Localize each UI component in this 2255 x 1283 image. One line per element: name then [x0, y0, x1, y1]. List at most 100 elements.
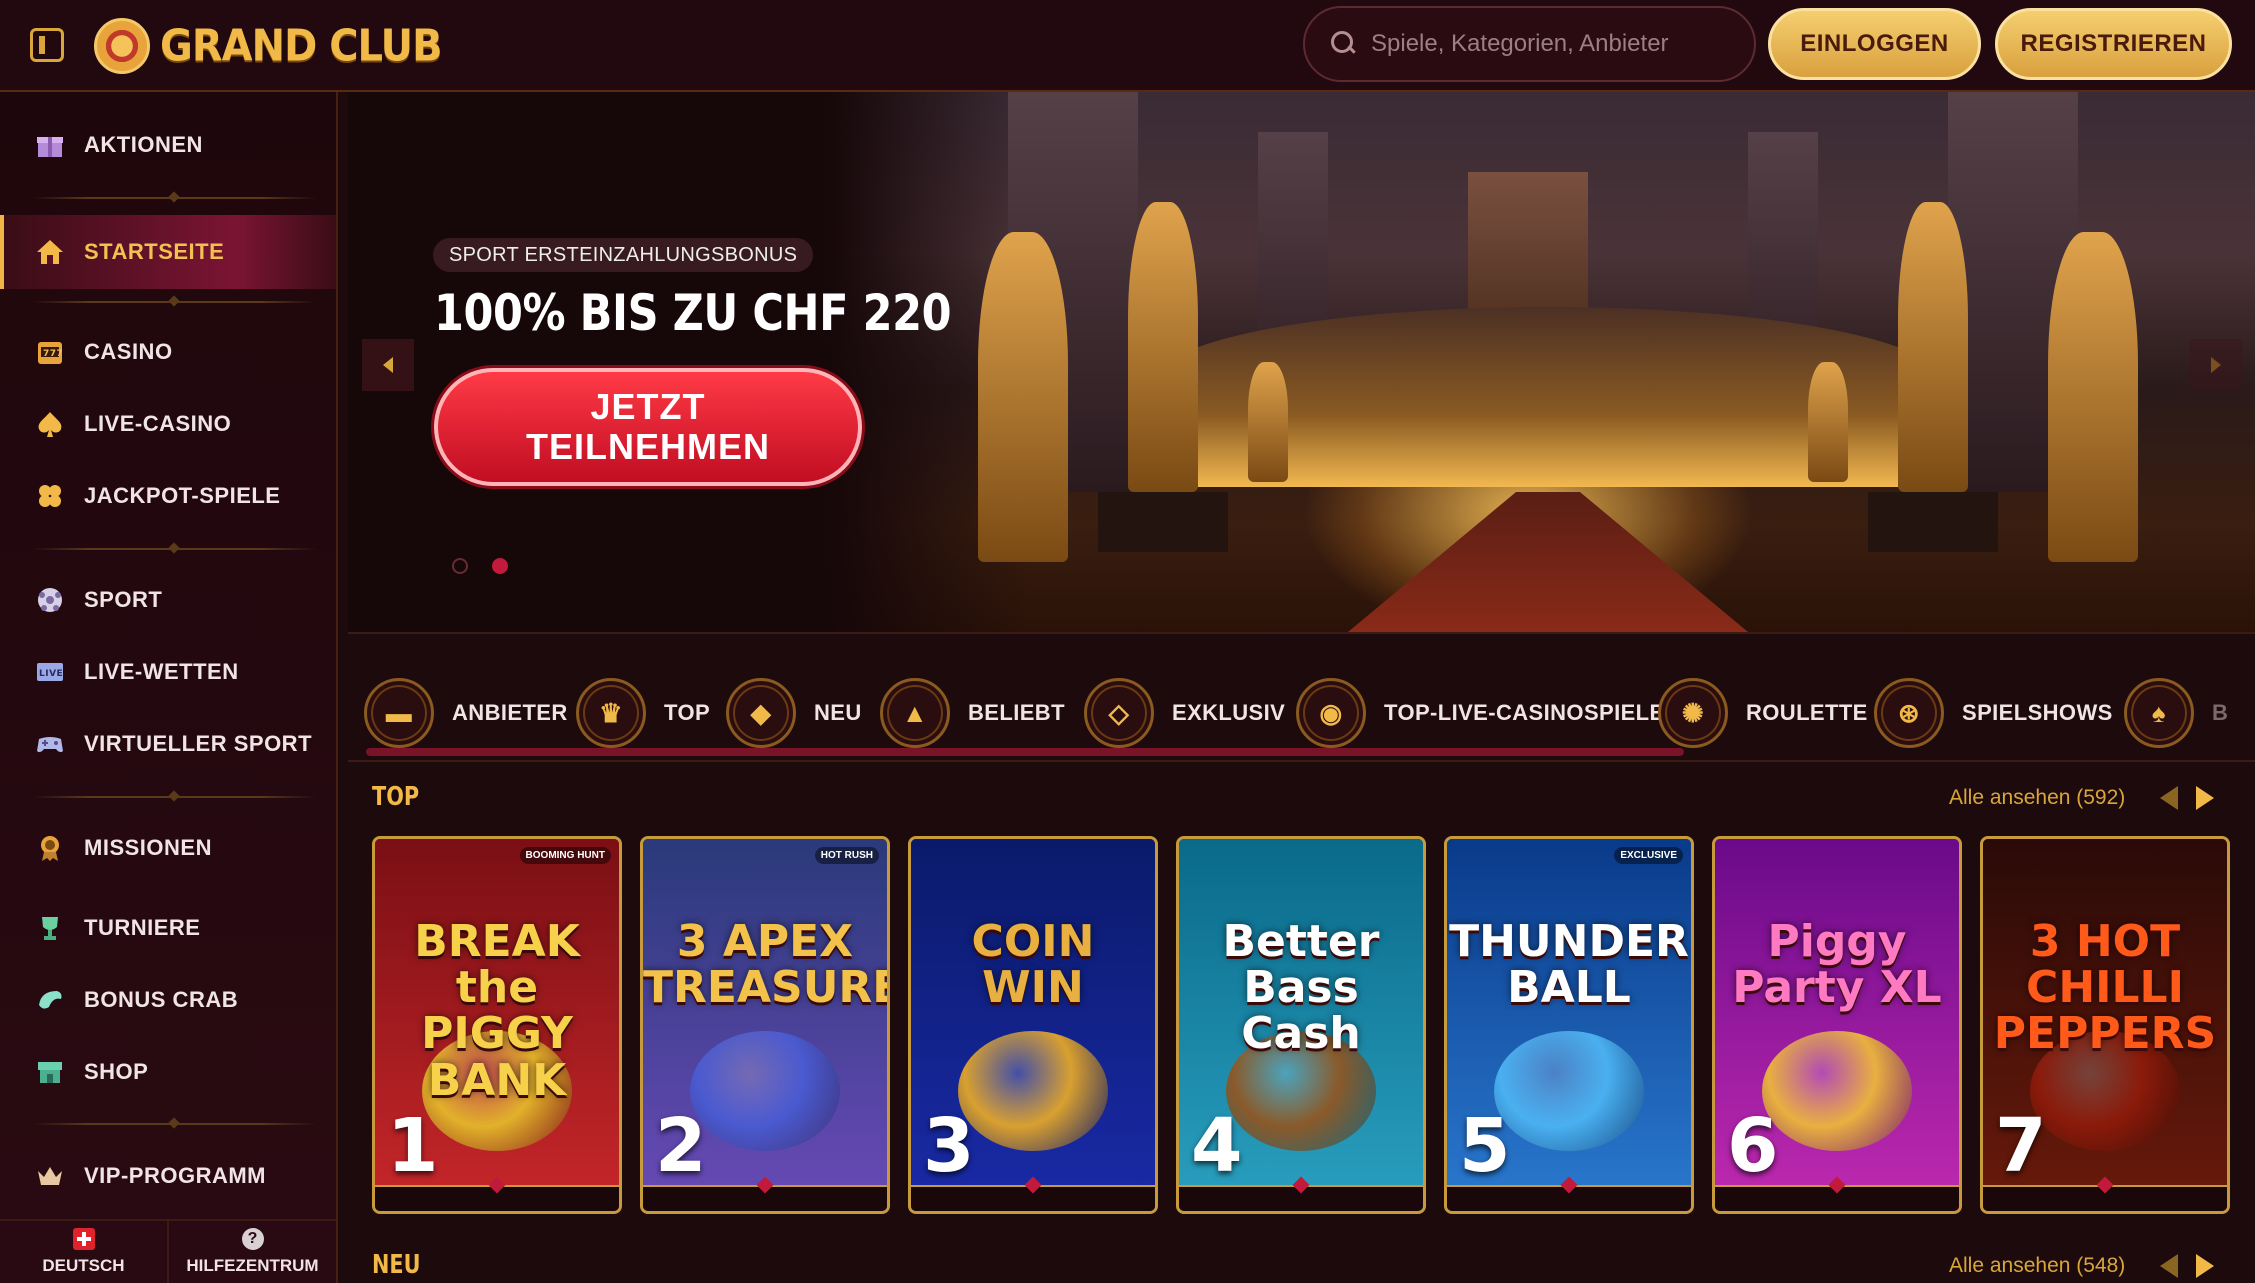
- game-badge: BOOMING HUNT: [519, 847, 611, 864]
- carousel-prev-icon[interactable]: [2160, 1254, 2178, 1278]
- help-center-button[interactable]: ? HILFEZENTRUM: [167, 1221, 336, 1283]
- top-carousel-controls: [2160, 786, 2214, 810]
- diamond-icon: ◇: [1084, 678, 1154, 748]
- search-bar[interactable]: [1303, 6, 1756, 82]
- category-more[interactable]: ♠ B: [2124, 678, 2228, 748]
- join-now-button[interactable]: JETZT TEILNEHMEN: [434, 368, 862, 486]
- sidebar: AKTIONEN STARTSEITE 777 CASINO LIVE-CASI…: [0, 92, 338, 1283]
- carousel-next-icon[interactable]: [2196, 786, 2214, 810]
- hero-next-button[interactable]: [2190, 339, 2242, 391]
- sidebar-item-jackpot-spiele[interactable]: JACKPOT-SPIELE: [0, 467, 336, 525]
- game-art-blob: [690, 1031, 840, 1151]
- tag-icon: ◆: [726, 678, 796, 748]
- category-top-live-casinospiele[interactable]: ◉ TOP-LIVE-CASINOSPIELE: [1296, 678, 1665, 748]
- soccer-ball-icon: [34, 584, 66, 616]
- game-rank: 6: [1727, 1103, 1779, 1189]
- search-input[interactable]: [1371, 30, 1751, 58]
- sidebar-item-virtueller-sport[interactable]: VIRTUELLER SPORT: [0, 715, 336, 773]
- game-card[interactable]: 3 HOT CHILLI PEPPERS 7: [1980, 836, 2230, 1214]
- category-label: NEU: [814, 700, 862, 725]
- sidebar-item-aktionen[interactable]: AKTIONEN: [0, 116, 336, 174]
- category-label: BELIEBT: [968, 700, 1065, 725]
- game-art-blob: [1762, 1031, 1912, 1151]
- game-title: 3 HOT CHILLI PEPPERS: [1993, 916, 2217, 1060]
- game-card-footer: [375, 1185, 619, 1211]
- category-top[interactable]: ♛ TOP: [576, 678, 710, 748]
- sidebar-item-startseite[interactable]: STARTSEITE: [0, 215, 336, 289]
- sidebar-item-missionen[interactable]: MISSIONEN: [0, 819, 336, 877]
- language-label: DEUTSCH: [42, 1256, 125, 1275]
- game-title: Better Bass Cash: [1222, 916, 1380, 1060]
- game-title: THUNDER BALL: [1449, 916, 1689, 1014]
- carousel-next-icon[interactable]: [2196, 1254, 2214, 1278]
- category-anbieter[interactable]: ▬ ANBIETER: [364, 678, 568, 748]
- carousel-prev-icon[interactable]: [2160, 786, 2178, 810]
- hero-banner[interactable]: SPORT ERSTEINZAHLUNGSBONUS 100% BIS ZU C…: [348, 92, 2255, 632]
- category-neu[interactable]: ◆ NEU: [726, 678, 862, 748]
- sidebar-item-label: LIVE-CASINO: [84, 411, 232, 436]
- game-title: Piggy Party XL: [1732, 916, 1942, 1014]
- sidebar-divider: [32, 301, 317, 303]
- game-card[interactable]: BOOMING HUNT BREAK the PIGGY BANK 1: [372, 836, 622, 1214]
- sidebar-item-turniere[interactable]: TURNIERE: [0, 899, 336, 957]
- sidebar-item-bonus-crab[interactable]: BONUS CRAB: [0, 971, 336, 1029]
- sidebar-item-shop[interactable]: SHOP: [0, 1043, 336, 1101]
- section-title-top: TOP: [372, 782, 420, 812]
- gift-icon: [34, 129, 66, 161]
- game-rank: 4: [1191, 1103, 1243, 1189]
- shop-icon: [34, 1056, 66, 1088]
- neu-carousel-controls: [2160, 1254, 2214, 1278]
- category-label: TOP: [664, 700, 711, 725]
- svg-text:777: 777: [43, 349, 63, 359]
- category-roulette[interactable]: ✺ ROULETTE: [1658, 678, 1868, 748]
- slide-dot-1[interactable]: [452, 558, 468, 574]
- sidebar-item-live-casino[interactable]: LIVE-CASINO: [0, 395, 336, 453]
- game-card-footer: [1983, 1185, 2227, 1211]
- category-beliebt[interactable]: ▲ BELIEBT: [880, 678, 1065, 748]
- spade-icon: [34, 408, 66, 440]
- top-header: GRAND CLUB EINLOGGEN REGISTRIEREN: [0, 0, 2255, 92]
- game-card-footer: [643, 1185, 887, 1211]
- chevron-right-icon: [2211, 357, 2221, 373]
- sidebar-item-sport[interactable]: SPORT: [0, 571, 336, 629]
- hero-prev-button[interactable]: [362, 339, 414, 391]
- sidebar-item-label: VIP-PROGRAMM: [84, 1163, 266, 1188]
- thumbs-up-icon: ▲: [880, 678, 950, 748]
- sidebar-item-casino[interactable]: 777 CASINO: [0, 323, 336, 381]
- hero-image: [828, 92, 2255, 632]
- see-all-top-link[interactable]: Alle ansehen (592): [1949, 786, 2125, 810]
- game-rank: 7: [1995, 1103, 2047, 1189]
- game-rank: 1: [387, 1103, 439, 1189]
- login-button[interactable]: EINLOGGEN: [1768, 8, 1981, 80]
- roulette-icon: ✺: [1658, 678, 1728, 748]
- slide-indicator: [452, 558, 508, 574]
- sidebar-item-label: CASINO: [84, 339, 173, 364]
- language-selector[interactable]: DEUTSCH: [0, 1221, 167, 1283]
- see-all-neu-link[interactable]: Alle ansehen (548): [1949, 1254, 2125, 1278]
- sidebar-item-vip-programm[interactable]: VIP-PROGRAMM: [0, 1147, 336, 1205]
- sidebar-item-label: SPORT: [84, 587, 163, 612]
- game-card[interactable]: Better Bass Cash 4: [1176, 836, 1426, 1214]
- category-exklusiv[interactable]: ◇ EXKLUSIV: [1084, 678, 1285, 748]
- category-scrollbar[interactable]: [366, 748, 1684, 756]
- sidebar-item-label: JACKPOT-SPIELE: [84, 483, 281, 508]
- slide-dot-2[interactable]: [492, 558, 508, 574]
- game-badge: HOT RUSH: [814, 847, 879, 864]
- hero-badge: SPORT ERSTEINZAHLUNGSBONUS: [433, 238, 814, 272]
- game-card[interactable]: Piggy Party XL 6: [1712, 836, 1962, 1214]
- category-spielshows[interactable]: ⊛ SPIELSHOWS: [1874, 678, 2113, 748]
- game-card-footer: [1715, 1185, 1959, 1211]
- game-card[interactable]: HOT RUSH 3 APEX TREASURES 2: [640, 836, 890, 1214]
- game-art-blob: [958, 1031, 1108, 1151]
- game-card[interactable]: EXCLUSIVE THUNDER BALL 5: [1444, 836, 1694, 1214]
- game-card-footer: [911, 1185, 1155, 1211]
- game-rank: 3: [923, 1103, 975, 1189]
- sidebar-toggle-icon[interactable]: [30, 28, 64, 62]
- logo[interactable]: GRAND CLUB: [94, 16, 443, 76]
- slot-machine-icon: 777: [34, 336, 66, 368]
- game-card[interactable]: COIN WIN 3: [908, 836, 1158, 1214]
- live-icon: LIVE: [34, 656, 66, 688]
- register-button[interactable]: REGISTRIEREN: [1995, 8, 2232, 80]
- sidebar-item-live-wetten[interactable]: LIVE LIVE-WETTEN: [0, 643, 336, 701]
- crown-icon: ♛: [576, 678, 646, 748]
